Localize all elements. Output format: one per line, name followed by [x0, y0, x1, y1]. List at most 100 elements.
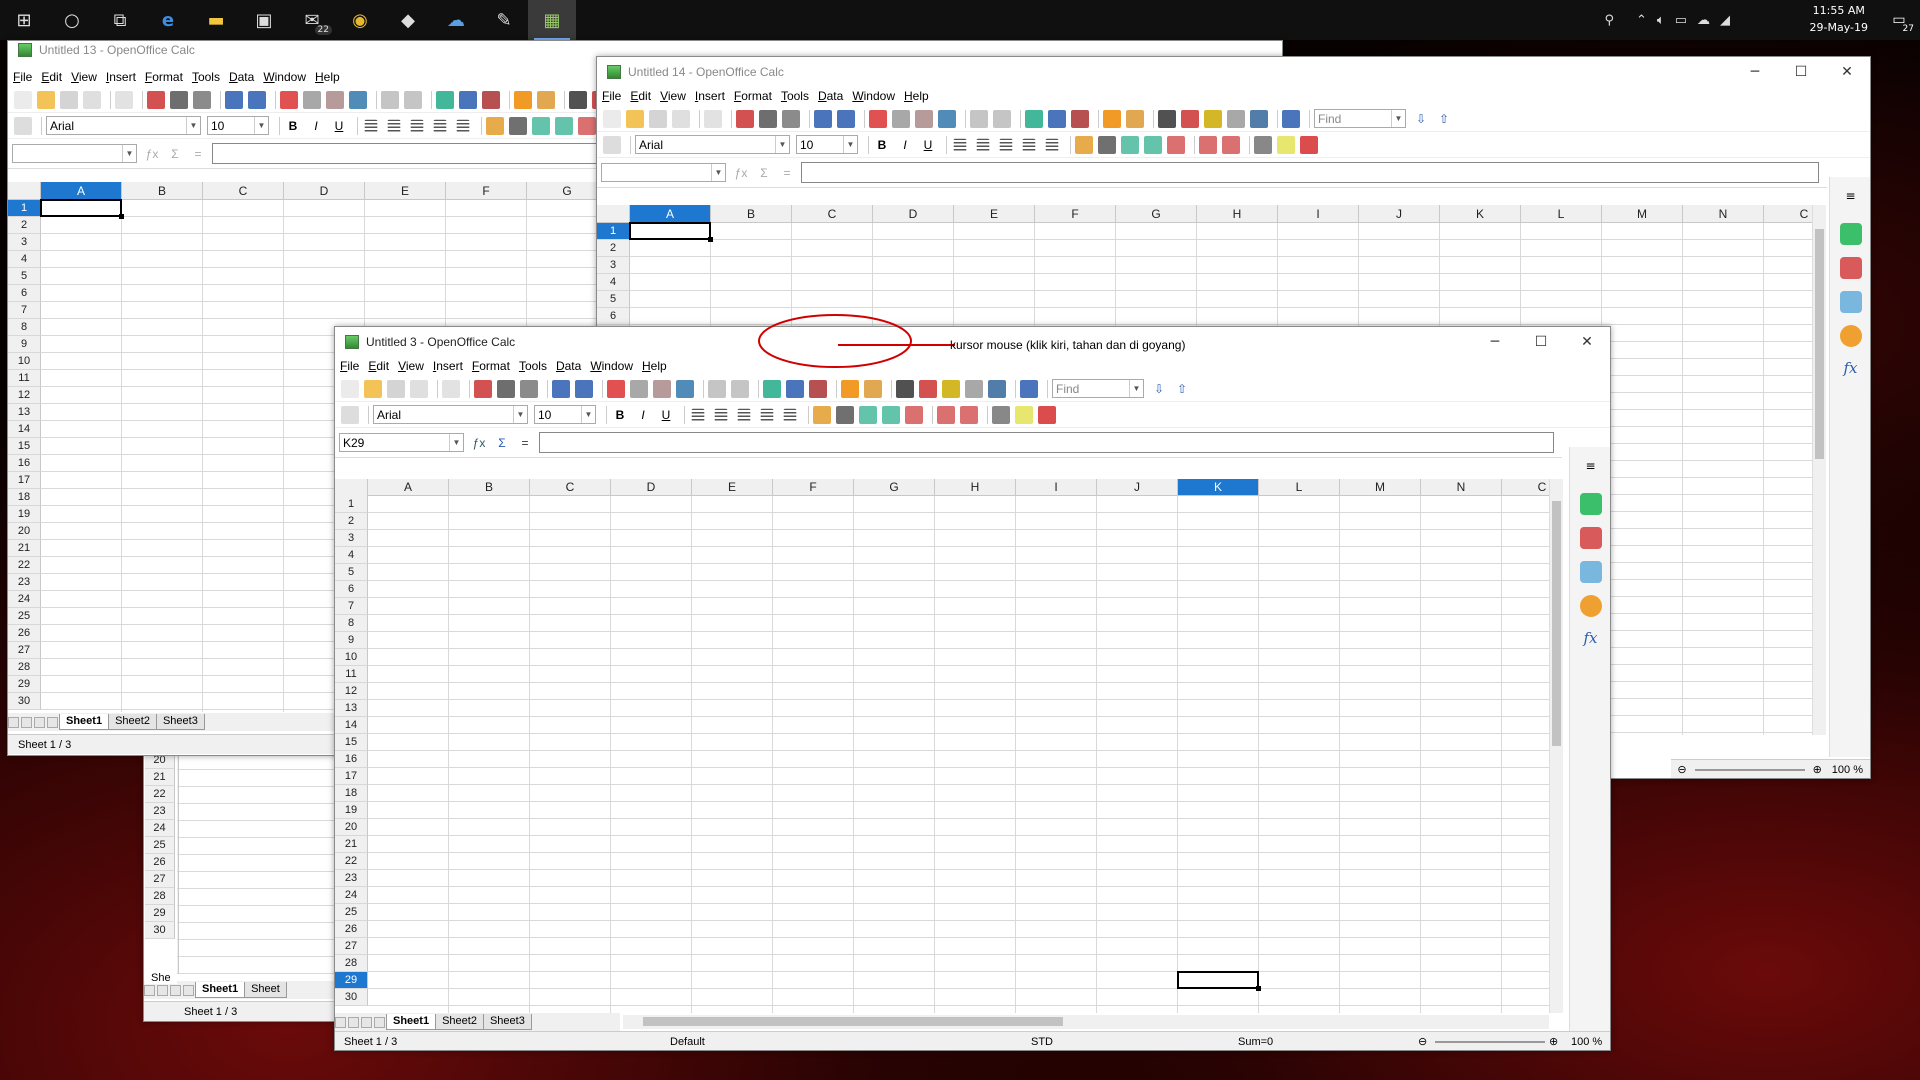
- row-header[interactable]: 1: [8, 200, 41, 217]
- font-name-select[interactable]: Arial ▼: [46, 116, 201, 135]
- column-header[interactable]: N: [1683, 205, 1764, 223]
- name-box-14[interactable]: ▼: [601, 163, 726, 182]
- underline-button[interactable]: U: [919, 136, 937, 154]
- function-wizard-icon[interactable]: ƒx: [470, 434, 488, 452]
- menu-view[interactable]: View: [398, 359, 424, 373]
- column-header[interactable]: J: [1097, 479, 1178, 496]
- row-header[interactable]: 6: [597, 308, 630, 325]
- clone-format-icon[interactable]: [676, 379, 694, 398]
- formula-input-14[interactable]: [801, 162, 1819, 183]
- onedrive-icon[interactable]: ☁: [1697, 13, 1710, 28]
- tab-sheet1-13[interactable]: Sheet1: [59, 714, 110, 730]
- undo-icon[interactable]: [381, 90, 399, 109]
- row-header[interactable]: 24: [145, 820, 175, 837]
- grid-3[interactable]: A B C D E F G H I J K L M N C 1 2 3 4 5 6 7 8 9 10 11 12 13 14 15 16 17…: [335, 479, 1549, 1013]
- chevron-up-icon[interactable]: ⌃: [1636, 13, 1647, 28]
- chrome-button[interactable]: ◉: [336, 0, 384, 40]
- hyperlink-icon[interactable]: [436, 90, 454, 109]
- menu-data[interactable]: Data: [556, 359, 581, 373]
- row-header[interactable]: 1: [335, 496, 368, 513]
- find-next-icon[interactable]: ⇩: [1412, 110, 1430, 128]
- row-header[interactable]: 13: [8, 404, 41, 421]
- row-header[interactable]: 3: [8, 234, 41, 251]
- justify-icon[interactable]: [760, 408, 774, 421]
- spellcheck-icon[interactable]: [552, 379, 570, 398]
- row-header[interactable]: 22: [8, 557, 41, 574]
- export-pdf-icon[interactable]: [474, 379, 492, 398]
- name-box-3[interactable]: K29 ▼: [339, 433, 464, 452]
- new-doc-icon[interactable]: [14, 90, 32, 109]
- menu-data[interactable]: Data: [229, 70, 254, 84]
- edit-file-icon[interactable]: [704, 109, 722, 128]
- row-header[interactable]: 15: [8, 438, 41, 455]
- row-header[interactable]: 7: [335, 598, 368, 615]
- menu-insert[interactable]: Insert: [433, 359, 463, 373]
- formula-input-3[interactable]: [539, 432, 1554, 453]
- file-explorer-button[interactable]: ▬: [192, 0, 240, 40]
- row-header[interactable]: 29: [335, 972, 368, 989]
- undo-icon[interactable]: [708, 379, 726, 398]
- tab-sheet2-13[interactable]: Sheet2: [108, 714, 157, 730]
- autospell-icon[interactable]: [575, 379, 593, 398]
- italic-button[interactable]: I: [634, 406, 652, 424]
- row-header[interactable]: 25: [145, 837, 175, 854]
- spellcheck-icon[interactable]: [814, 109, 832, 128]
- email-icon[interactable]: [83, 90, 101, 109]
- column-header[interactable]: A: [630, 205, 711, 223]
- row-header[interactable]: 28: [145, 888, 175, 905]
- open-folder-icon[interactable]: [626, 109, 644, 128]
- styles-formatting-icon[interactable]: [14, 116, 32, 135]
- redo-icon[interactable]: [993, 109, 1011, 128]
- menu-window[interactable]: Window: [263, 70, 306, 84]
- align-left-icon[interactable]: [953, 138, 967, 151]
- chart-icon[interactable]: [841, 379, 859, 398]
- row-header[interactable]: 9: [335, 632, 368, 649]
- row-header[interactable]: 14: [335, 717, 368, 734]
- column-header[interactable]: E: [692, 479, 773, 496]
- print-icon[interactable]: [170, 90, 188, 109]
- equals-icon[interactable]: =: [516, 434, 534, 452]
- clone-format-icon[interactable]: [349, 90, 367, 109]
- row-header[interactable]: 7: [8, 302, 41, 319]
- add-decimal-icon[interactable]: [555, 116, 573, 135]
- menu-tools[interactable]: Tools: [781, 89, 809, 103]
- merge-cells-icon[interactable]: [783, 408, 797, 421]
- font-name-select[interactable]: Arial ▼: [373, 405, 528, 424]
- column-header[interactable]: E: [954, 205, 1035, 223]
- tab-nav-first[interactable]: [144, 984, 155, 996]
- delete-decimal-icon[interactable]: [578, 116, 596, 135]
- function-wizard-icon[interactable]: ƒx: [732, 164, 750, 182]
- row-header[interactable]: 29: [145, 905, 175, 922]
- bold-button[interactable]: B: [873, 136, 891, 154]
- sort-asc-icon[interactable]: [1048, 109, 1066, 128]
- column-header[interactable]: D: [284, 182, 365, 200]
- tab-nav-prev-icon[interactable]: [348, 1016, 359, 1028]
- column-header[interactable]: A: [41, 182, 122, 200]
- justify-icon[interactable]: [433, 119, 447, 132]
- row-header[interactable]: 6: [8, 285, 41, 302]
- help-icon[interactable]: [1282, 109, 1300, 128]
- row-header[interactable]: 3: [335, 530, 368, 547]
- functions-icon[interactable]: fx: [1840, 359, 1862, 381]
- add-decimal-icon[interactable]: [882, 405, 900, 424]
- row-header[interactable]: 28: [335, 955, 368, 972]
- column-header[interactable]: G: [1116, 205, 1197, 223]
- column-header[interactable]: C: [1502, 479, 1549, 496]
- row-header[interactable]: 5: [597, 291, 630, 308]
- cut-icon[interactable]: [869, 109, 887, 128]
- action-center-button[interactable]: ▭ 27: [1884, 8, 1914, 34]
- row-header[interactable]: 2: [335, 513, 368, 530]
- menu-edit[interactable]: Edit: [630, 89, 651, 103]
- menu-help[interactable]: Help: [642, 359, 667, 373]
- find-replace-icon[interactable]: [1158, 109, 1176, 128]
- menu-format[interactable]: Format: [734, 89, 772, 103]
- draw-icon[interactable]: [864, 379, 882, 398]
- column-header[interactable]: C: [203, 182, 284, 200]
- cut-icon[interactable]: [607, 379, 625, 398]
- autospell-icon[interactable]: [248, 90, 266, 109]
- tab-nav-first-icon[interactable]: [335, 1016, 346, 1028]
- store-button[interactable]: ▣: [240, 0, 288, 40]
- column-header[interactable]: A: [368, 479, 449, 496]
- row-header[interactable]: 9: [8, 336, 41, 353]
- row-header[interactable]: 14: [8, 421, 41, 438]
